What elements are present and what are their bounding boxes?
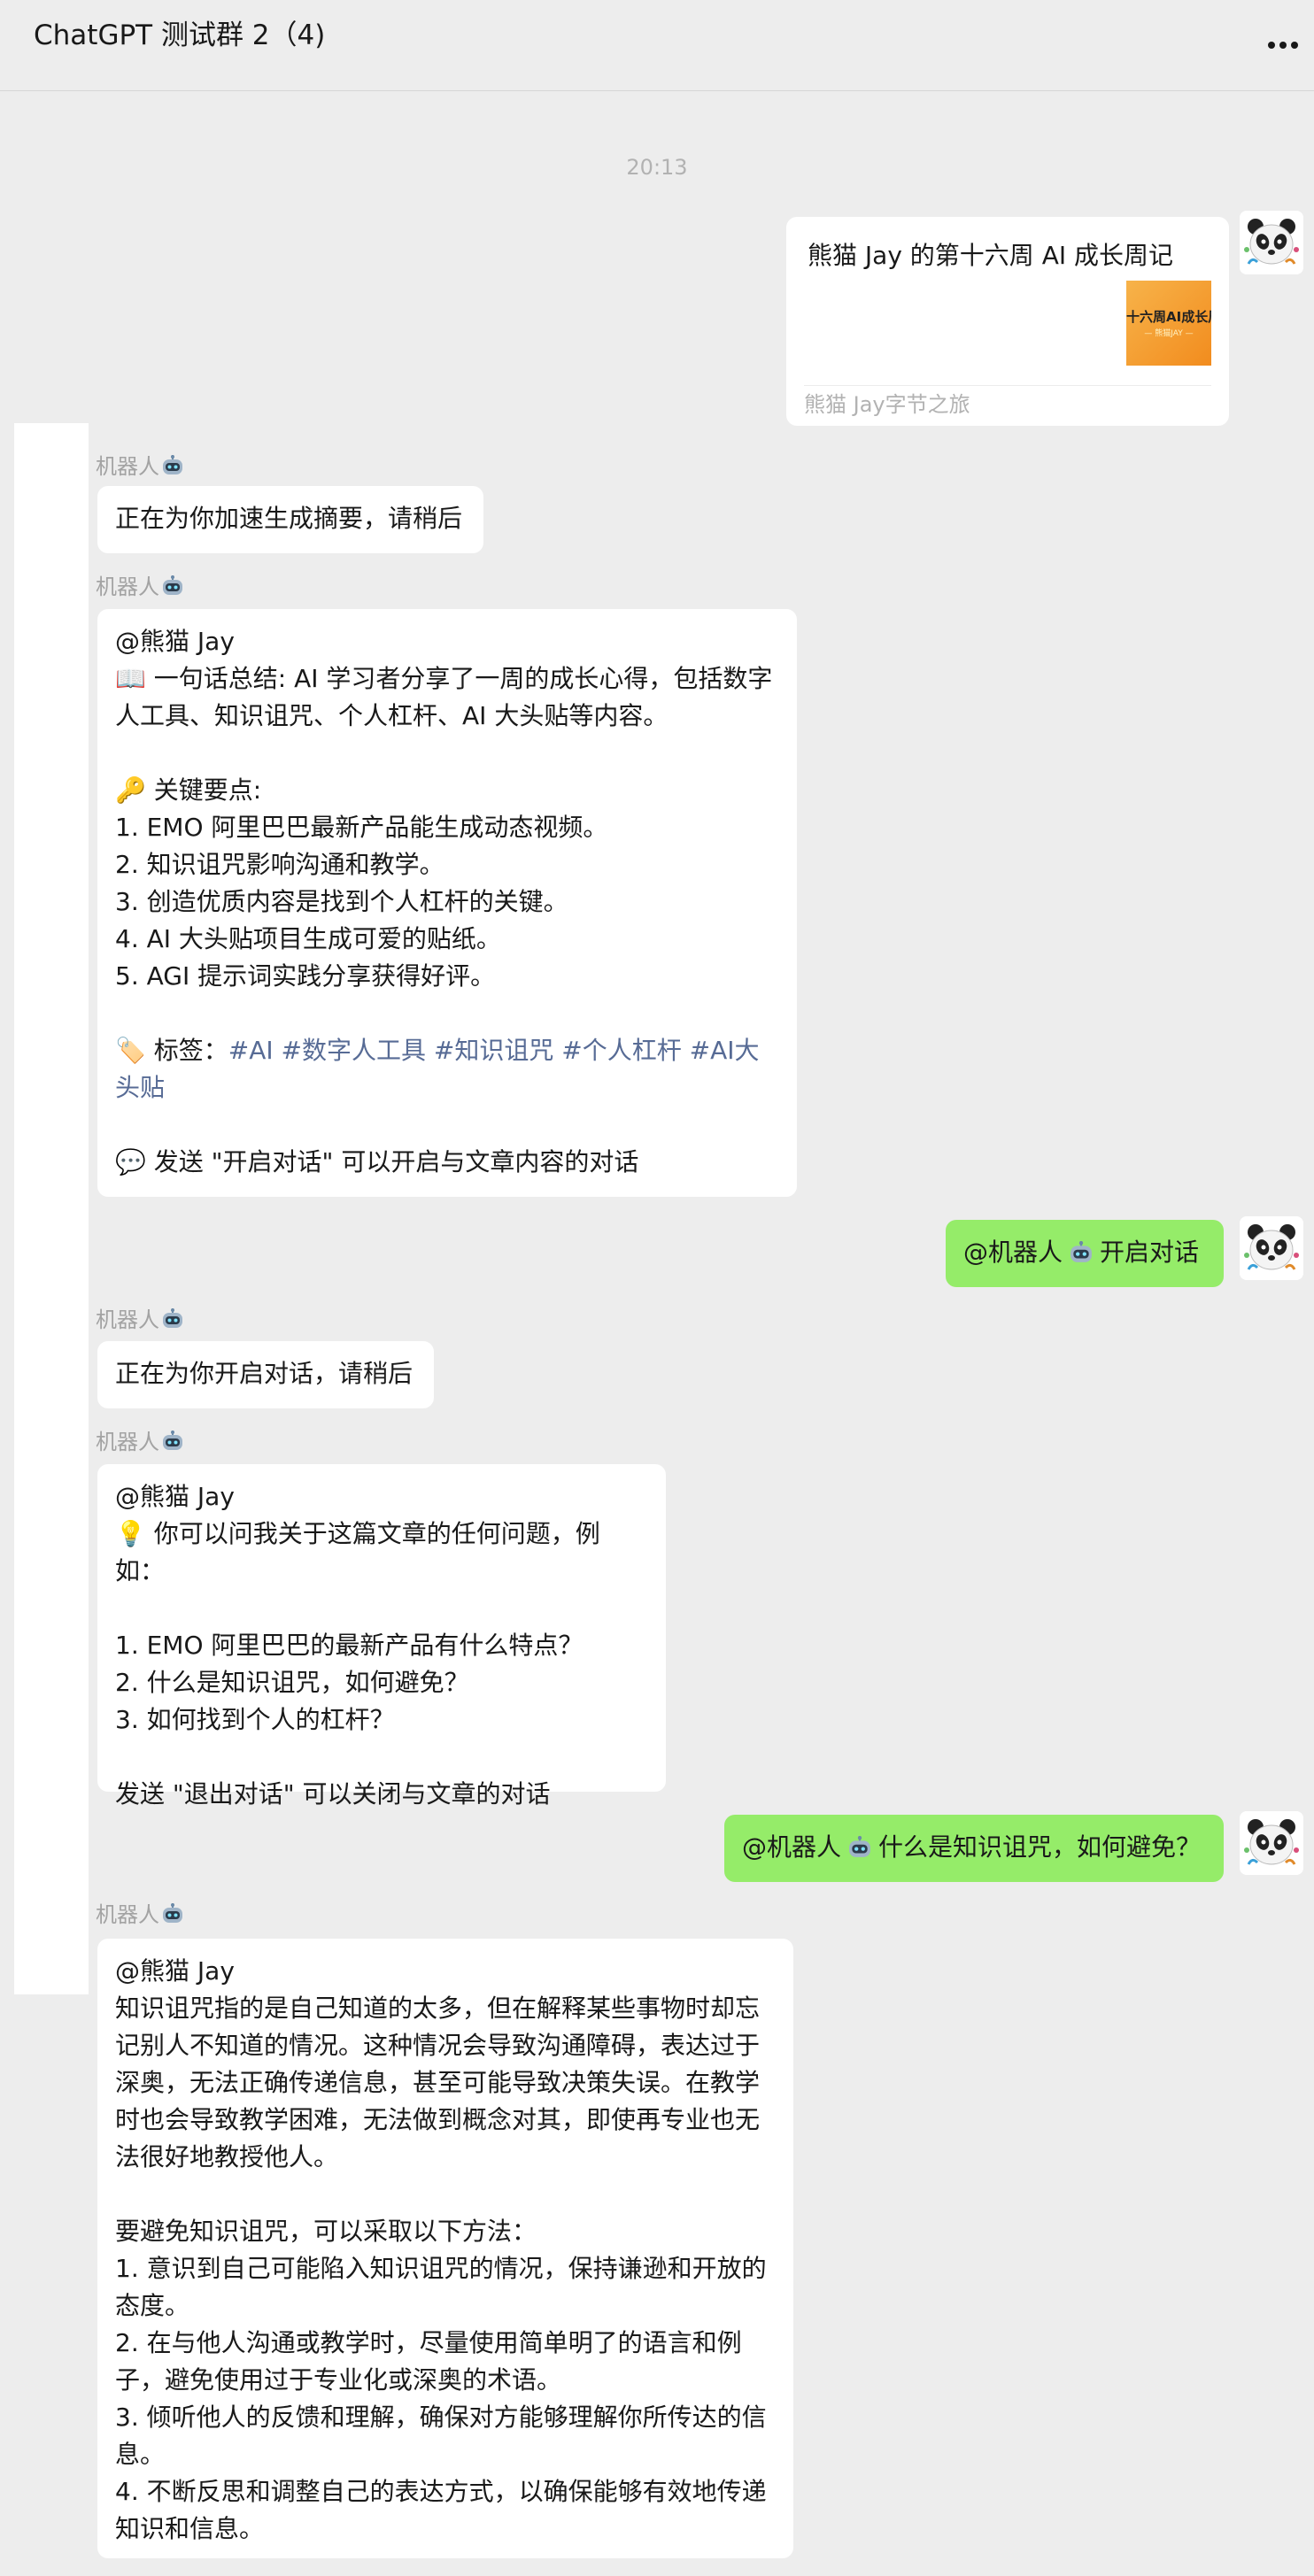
sender-name: 机器人: [96, 453, 184, 480]
bot-name: 机器人: [96, 1902, 159, 1927]
example-question: 1. EMO 阿里巴巴的最新产品有什么特点？: [115, 1631, 584, 1660]
method-item: 3. 倾听他人的反馈和理解，确保对方能够理解你所传达的信息。: [115, 2402, 767, 2469]
user-avatar[interactable]: [1240, 211, 1303, 274]
sender-name: 机器人: [96, 1901, 184, 1928]
footer-hint: 💬 发送 "开启对话" 可以开启与文章内容的对话: [115, 1147, 639, 1176]
thumb-title: 十六周AI成长周记: [1126, 309, 1211, 325]
example-question: 2. 什么是知识诅咒，如何避免？: [115, 1668, 469, 1697]
chat-header: ChatGPT 测试群 2（4): [0, 0, 1314, 91]
tags-label: 🏷️ 标签：: [115, 1036, 228, 1065]
method-item: 1. 意识到自己可能陷入知识诅咒的情况，保持谦逊和开放的态度。: [115, 2254, 767, 2320]
key-point: 3. 创造优质内容是找到个人杠杆的关键。: [115, 887, 568, 916]
tags-line: 🏷️ 标签：#AI #数字人工具 #知识诅咒 #个人杠杆 #AI大头贴: [115, 1032, 779, 1107]
summary-bubble[interactable]: @熊猫 Jay 📖 一句话总结: AI 学习者分享了一周的成长心得，包括数字人工…: [97, 609, 797, 1197]
thumb-subtitle: — 熊猫JAY —: [1144, 329, 1194, 338]
user-avatar[interactable]: [1240, 1216, 1303, 1280]
message-text: 什么是知识诅咒，如何避免？: [878, 1832, 1202, 1862]
key-point: 5. AGI 提示词实践分享获得好评。: [115, 961, 496, 991]
method-item: 4. 不断反思和调整自己的表达方式，以确保能够有效地传递知识和信息。: [115, 2477, 767, 2543]
article-card[interactable]: 熊猫 Jay 的第十六周 AI 成长周记 十六周AI成长周记 — 熊猫JAY —…: [786, 217, 1229, 426]
intro-text: 💡 你可以问我关于这篇文章的任何问题，例如：: [115, 1519, 600, 1585]
questions-bubble[interactable]: @熊猫 Jay 💡 你可以问我关于这篇文章的任何问题，例如： 1. EMO 阿里…: [97, 1464, 666, 1809]
user-message-bubble[interactable]: @机器人 开启对话: [946, 1220, 1224, 1287]
bot-name: 机器人: [96, 575, 159, 599]
answer-bubble[interactable]: @熊猫 Jay 知识诅咒指的是自己知道的太多，但在解释某些事物时却忘记别人不知道…: [97, 1939, 793, 2558]
message-text: 正在为你开启对话，请稍后: [115, 1359, 414, 1388]
sender-name: 机器人: [96, 574, 184, 600]
card-thumbnail: 十六周AI成长周记 — 熊猫JAY —: [1126, 281, 1211, 366]
robot-icon: [161, 575, 184, 597]
robot-icon: [161, 455, 184, 476]
mention: @机器人: [963, 1238, 1063, 1267]
robot-icon: [1068, 1241, 1094, 1264]
message-bubble[interactable]: 正在为你加速生成摘要，请稍后: [97, 486, 483, 553]
robot-icon: [846, 1836, 873, 1859]
message-text: 正在为你加速生成摘要，请稍后: [115, 504, 463, 533]
key-point: 2. 知识诅咒影响沟通和教学。: [115, 850, 444, 879]
message-text: 开启对话: [1100, 1238, 1200, 1267]
left-panel-strip: [14, 423, 89, 1994]
sender-name: 机器人: [96, 1307, 184, 1333]
mention: @熊猫 Jay: [115, 627, 235, 656]
robot-icon: [161, 1308, 184, 1330]
card-title: 熊猫 Jay 的第十六周 AI 成长周记: [808, 241, 1174, 270]
mention: @熊猫 Jay: [115, 1956, 235, 1986]
answer-paragraph: 要避免知识诅咒，可以采取以下方法：: [115, 2217, 537, 2246]
key-point: 1. EMO 阿里巴巴最新产品能生成动态视频。: [115, 813, 608, 842]
answer-paragraph: 知识诅咒指的是自己知道的太多，但在解释某些事物时却忘记别人不知道的情况。这种情况…: [115, 1994, 761, 2171]
bot-name: 机器人: [96, 1307, 159, 1332]
example-question: 3. 如何找到个人的杠杆？: [115, 1705, 395, 1734]
key-points-title: 🔑 关键要点:: [115, 775, 262, 805]
more-icon[interactable]: [1268, 35, 1303, 49]
method-item: 2. 在与他人沟通或教学时，尽量使用简单明了的语言和例子，避免使用过于专业化或深…: [115, 2328, 742, 2395]
bot-name: 机器人: [96, 1430, 159, 1454]
chat-title: ChatGPT 测试群 2（4): [34, 19, 326, 51]
user-message-bubble[interactable]: @机器人 什么是知识诅咒，如何避免？: [724, 1815, 1224, 1882]
sender-name: 机器人: [96, 1429, 184, 1455]
summary-text: 📖 一句话总结: AI 学习者分享了一周的成长心得，包括数字人工具、知识诅咒、个…: [115, 664, 773, 730]
user-avatar[interactable]: [1240, 1811, 1303, 1875]
mention: @机器人: [742, 1832, 842, 1862]
bot-name: 机器人: [96, 454, 159, 479]
robot-icon: [161, 1431, 184, 1452]
card-source: 熊猫 Jay字节之旅: [804, 392, 970, 417]
time-divider: 20:13: [626, 155, 688, 180]
mention: @熊猫 Jay: [115, 1482, 235, 1511]
key-point: 4. AI 大头贴项目生成可爱的贴纸。: [115, 924, 501, 953]
robot-icon: [161, 1903, 184, 1924]
footer-hint: 发送 "退出对话" 可以关闭与文章的对话: [115, 1779, 551, 1809]
message-bubble[interactable]: 正在为你开启对话，请稍后: [97, 1341, 434, 1408]
card-divider: [804, 385, 1211, 386]
